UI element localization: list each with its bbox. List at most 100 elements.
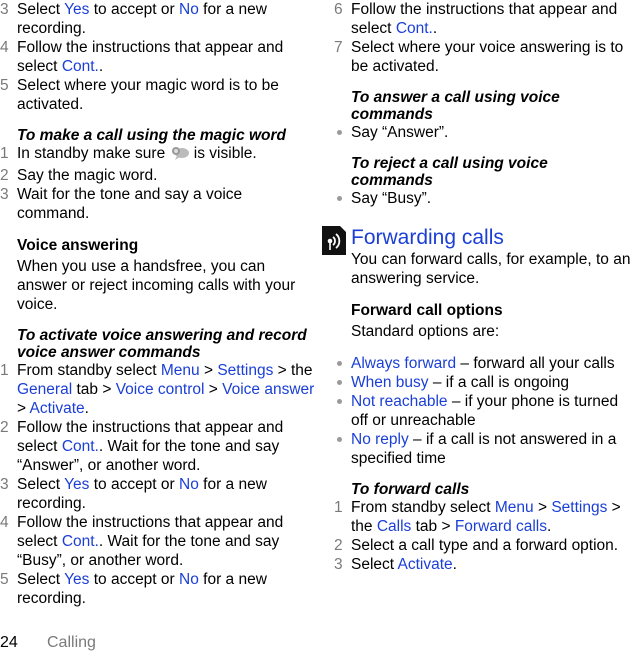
menu-link[interactable]: Cont.	[62, 58, 99, 75]
step-text: >	[204, 381, 223, 398]
option-link[interactable]: Always forward	[351, 355, 456, 372]
step-number: 4	[0, 514, 9, 531]
step-item: 2 Select a call type and a forward option…	[334, 536, 633, 555]
magic-step-3: 3 Wait for the tone and say a voice comm…	[0, 186, 243, 222]
step-text: to accept or	[89, 476, 180, 493]
step-text: Follow the instructions that appear and …	[17, 39, 284, 75]
step-text: to accept or	[89, 571, 180, 588]
bullet-dot	[337, 196, 342, 201]
left-column: 3 Select Yes to accept or No for a new re…	[0, 0, 318, 608]
step-number: 1	[334, 499, 343, 516]
step-item: 5 Select Yes to accept or No for a new re…	[0, 570, 318, 608]
step-item: 6 Follow the instructions that appear and…	[334, 0, 633, 38]
forwarding-intro: You can forward calls, for example, to a…	[351, 251, 631, 287]
voice-answering-text: When you use a handsfree, you can answer…	[17, 258, 296, 313]
step-item: 1 From standby select Menu > Settings > t…	[334, 498, 633, 536]
step-item: 4 Follow the instructions that appear and…	[0, 38, 318, 76]
step-item: 4 Follow the instructions that appear and…	[0, 513, 318, 570]
page-footer: 24 Calling	[0, 633, 96, 653]
answer-bullet: Say “Answer”.	[334, 123, 633, 142]
step-number: 6	[334, 1, 343, 18]
step-text: tab >	[411, 518, 455, 535]
step-text: .	[84, 400, 89, 417]
bullet-dot	[337, 380, 342, 385]
menu-link[interactable]: Activate	[30, 400, 85, 417]
magic-step-2: 2 Say the magic word.	[0, 167, 158, 184]
activate-heading: To activate voice answering and record v…	[17, 327, 307, 361]
step-text: to accept or	[89, 1, 180, 18]
magic-step-1: 1 In standby make sure is visible.	[0, 144, 318, 166]
options-heading: Forward call options	[351, 302, 503, 319]
step-text: > the	[273, 362, 313, 379]
menu-link[interactable]: Voice control	[116, 381, 205, 398]
menu-link[interactable]: Forward calls	[455, 518, 547, 535]
bullet-dot	[337, 361, 342, 366]
voice-answering-heading: Voice answering	[17, 237, 139, 254]
step-text: Select a call type and a forward option.	[351, 537, 619, 554]
option-link[interactable]: When busy	[351, 374, 429, 391]
step-number: 7	[334, 39, 343, 56]
menu-link[interactable]: No	[179, 476, 199, 493]
menu-link[interactable]: Voice answer	[222, 381, 314, 398]
operator-service-icon	[322, 226, 346, 255]
step-item: 7 Select where your voice answering is to…	[334, 38, 633, 76]
bullet-dot	[337, 399, 342, 404]
bullet-dot	[337, 130, 342, 135]
step-text: .	[547, 518, 552, 535]
step-item: 2 Follow the instructions that appear and…	[0, 418, 318, 475]
step-text: tab >	[72, 381, 116, 398]
step-text: Select where your magic word is to be ac…	[17, 77, 279, 113]
menu-link[interactable]: Settings	[551, 499, 607, 516]
voice-control-icon	[170, 146, 190, 166]
menu-link[interactable]: Settings	[217, 362, 273, 379]
step-text: >	[17, 400, 30, 417]
option-description: – if a call is ongoing	[428, 374, 569, 391]
step-number: 1	[0, 362, 9, 379]
step-number: 3	[0, 186, 9, 203]
option-item: No reply – if a call is not answered in …	[334, 430, 633, 468]
menu-link[interactable]: Calls	[377, 518, 411, 535]
menu-link[interactable]: General	[17, 381, 72, 398]
step-item: 5 Select where your magic word is to be a…	[0, 76, 318, 114]
steps-a: 3 Select Yes to accept or No for a new re…	[0, 0, 318, 114]
step-number: 2	[0, 419, 9, 436]
step-text: .	[432, 20, 438, 37]
option-item: Always forward – forward all your calls	[334, 354, 633, 373]
right-column: 6 Follow the instructions that appear and…	[322, 0, 633, 574]
menu-link[interactable]: Cont.	[62, 438, 99, 455]
step-text: From standby select	[17, 362, 161, 379]
step-text: Select	[17, 1, 65, 18]
menu-link[interactable]: No	[179, 571, 199, 588]
option-description: – forward all your calls	[456, 355, 615, 372]
option-link[interactable]: No reply	[351, 431, 409, 448]
bullet-dot	[337, 437, 342, 442]
answer-heading: To answer a call using voice commands	[351, 89, 560, 123]
menu-link[interactable]: Menu	[495, 499, 534, 516]
menu-link[interactable]: Yes	[64, 571, 89, 588]
menu-link[interactable]: Yes	[64, 1, 89, 18]
forward-steps: 1 From standby select Menu > Settings > t…	[334, 498, 633, 574]
step-item: 1 From standby select Menu > Settings > t…	[0, 361, 318, 418]
step-number: 3	[0, 1, 9, 18]
step-text: Select where your voice answering is to …	[351, 39, 624, 75]
options-list: Always forward – forward all your calls W…	[334, 354, 633, 468]
menu-link[interactable]: Activate	[398, 556, 453, 573]
menu-link[interactable]: No	[179, 1, 199, 18]
step-number: 4	[0, 39, 9, 56]
step-text: Select	[17, 571, 65, 588]
menu-link[interactable]: Cont.	[62, 533, 99, 550]
step-number: 2	[334, 537, 343, 554]
steps-b: 6 Follow the instructions that appear and…	[334, 0, 633, 76]
section-name: Calling	[47, 634, 96, 651]
forward-heading: To forward calls	[351, 481, 470, 498]
menu-link[interactable]: Yes	[64, 476, 89, 493]
menu-link[interactable]: Menu	[161, 362, 200, 379]
option-link[interactable]: Not reachable	[351, 393, 448, 410]
step-item: 3 Select Yes to accept or No for a new re…	[0, 0, 318, 38]
step-text: .	[98, 58, 104, 75]
step-number: 2	[0, 167, 9, 184]
option-item: When busy – if a call is ongoing	[334, 373, 633, 392]
menu-link[interactable]: Cont.	[396, 20, 433, 37]
forwarding-calls-title: Forwarding calls	[322, 226, 633, 255]
step-text: .	[452, 556, 457, 573]
